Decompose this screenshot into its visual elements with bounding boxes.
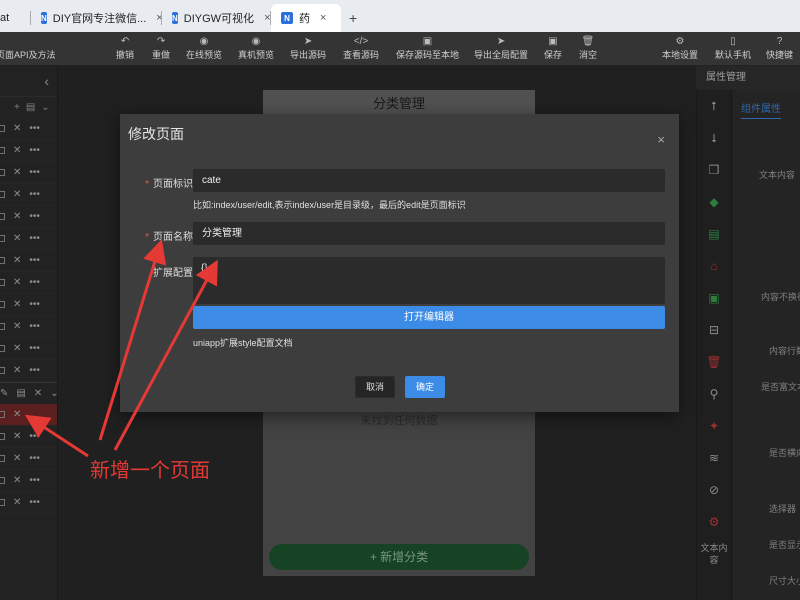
eye-icon: ◉ [251,36,261,47]
save-icon: ▣ [422,36,433,47]
toolbar-label: 保存 [544,50,563,60]
toolbar-label: 保存源码至本地 [396,50,460,60]
tab-label: 药 [299,13,310,25]
send-icon: ➤ [496,36,506,47]
toolbar-label: 页面API及方法 [0,50,56,60]
ext-config-textarea[interactable]: {} [193,257,665,304]
export-source-button[interactable]: ➤ 导出源码 [290,35,326,61]
phone-icon: ▯ [730,36,736,47]
redo-icon: ↷ [156,36,166,47]
page-id-hint: 比如:index/user/edit,表示index/user是目录级，最后的e… [193,200,466,210]
code-icon: </> [353,36,369,47]
toolbar-label: 快捷键 [766,50,794,60]
ext-config-label: 扩展配置 [153,268,193,279]
help-icon: ? [776,36,783,47]
toolbar-label: 在线预览 [186,50,223,60]
save-icon: ▣ [548,36,558,47]
undo-icon: ↶ [120,36,130,47]
undo-button[interactable]: ↶ 撤销 [116,35,134,61]
toolbar-label: 导出源码 [290,50,327,60]
browser-tab-bar: at N DIY官网专注微信... × N DIYGW可视化 × N 药 × + [0,0,800,32]
close-icon[interactable]: × [320,12,326,24]
online-preview-button[interactable]: ◉ 在线预览 [186,35,222,61]
trash-icon: 🗑 [581,36,595,47]
tab-label: DIY官网专注微信... [52,13,147,25]
diygw-logo-icon: N [281,12,293,24]
page-name-input[interactable]: 分类管理 [193,222,665,245]
browser-tab[interactable]: N DIY官网专注微信... × [31,4,163,32]
page-id-input[interactable]: cate [193,169,665,192]
required-mark: * [145,179,149,190]
toolbar-label: 真机预览 [238,50,275,60]
browser-tab-active[interactable]: N 药 × [271,4,341,32]
page-api-button[interactable]: 页面API及方法 [0,35,56,61]
uniapp-style-doc-link[interactable]: uniapp扩展style配置文档 [193,336,293,349]
required-mark: * [145,232,149,243]
browser-tab[interactable]: N DIYGW可视化 × [162,4,271,32]
eye-icon: ◉ [199,36,209,47]
view-source-button[interactable]: </> 查看源码 [343,35,379,61]
save-local-button[interactable]: ▣ 保存源码至本地 [396,35,459,61]
new-tab-button[interactable]: + [341,4,365,32]
toolbar-label: 导出全局配置 [474,50,529,60]
app-toolbar: 页面API及方法 ↶ 撤销 ↷ 重做 ◉ 在线预览 ◉ 真机预览 ➤ 导出源码 … [0,32,800,66]
edit-page-dialog: 修改页面 × * 页面标识 cate 比如:index/user/edit,表示i… [120,114,679,412]
tab-label: at [0,12,10,24]
toolbar-label: 默认手机 [715,50,752,60]
toolbar-label: 撤销 [116,50,135,60]
toolbar-label: 查看源码 [343,50,380,60]
toolbar-label: 重做 [152,50,171,60]
browser-tab[interactable]: at [0,4,30,32]
open-editor-button[interactable]: 打开编辑器 [193,306,665,329]
tab-label: DIYGW可视化 [183,13,255,25]
toolbar-label: 消空 [579,50,598,60]
diygw-logo-icon: N [172,12,178,24]
default-phone-button[interactable]: ▯ 默认手机 [715,35,751,61]
export-config-button[interactable]: ➤ 导出全局配置 [474,35,528,61]
redo-button[interactable]: ↷ 重做 [152,35,170,61]
local-settings-button[interactable]: ⚙ 本地设置 [662,35,698,61]
clear-button[interactable]: 🗑 消空 [579,35,597,61]
page-id-label: * 页面标识 [145,175,193,190]
send-icon: ➤ [303,36,313,47]
page-name-label: * 页面名称 [145,228,193,243]
dialog-title: 修改页面 [128,126,184,142]
annotation-text: 新增一个页面 [90,460,210,482]
label-text: 页面标识 [153,179,193,190]
cancel-button[interactable]: 取消 [355,376,395,398]
label-text: 页面名称 [153,232,193,243]
diygw-logo-icon: N [41,12,47,24]
device-preview-button[interactable]: ◉ 真机预览 [238,35,274,61]
save-button[interactable]: ▣ 保存 [544,35,562,61]
toolbar-label: 本地设置 [662,50,699,60]
confirm-button[interactable]: 确定 [405,376,445,398]
shortcut-button[interactable]: ? 快捷键 [766,35,793,61]
gear-icon: ⚙ [675,36,685,47]
close-icon[interactable]: × [657,132,665,147]
